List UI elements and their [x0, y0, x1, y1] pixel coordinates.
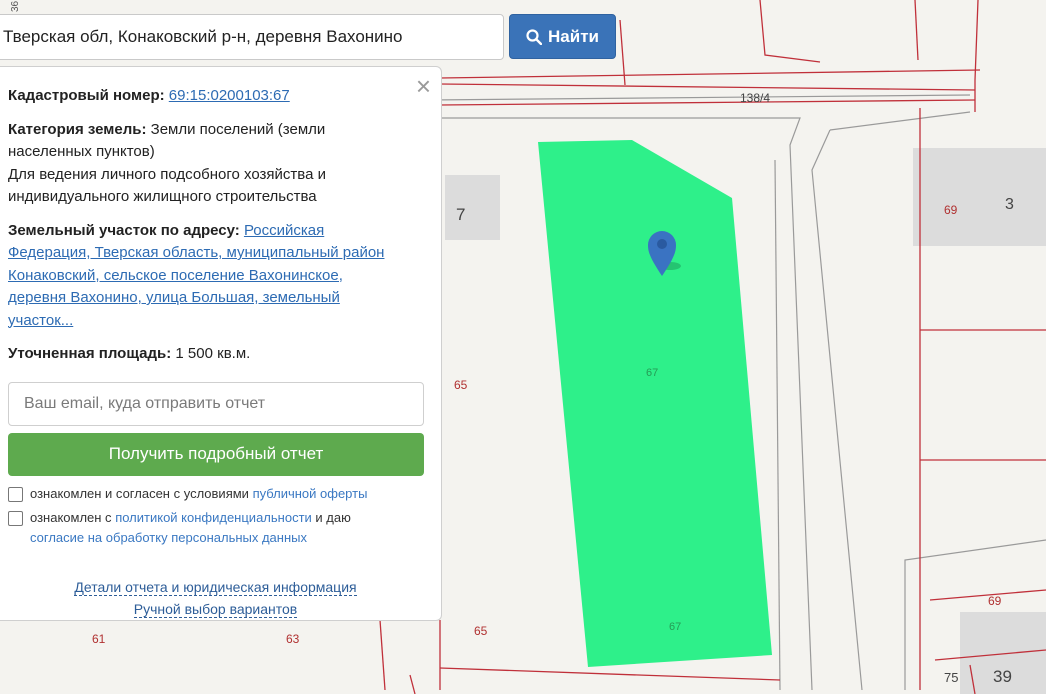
- consent-text-prefix: ознакомлен и согласен с условиями: [30, 485, 249, 501]
- address-row: Земельный участок по адресу: Российская …: [8, 220, 423, 333]
- consent-text: ознакомлен и согласен с условиями публич…: [30, 484, 367, 504]
- land-category-value: Земли поселений (земли: [150, 120, 326, 138]
- offer-consent-checkbox[interactable]: [8, 486, 23, 502]
- address-link[interactable]: Федерация, Тверская область, муниципальн…: [8, 244, 384, 261]
- consent-text-mid: и даю: [315, 509, 351, 525]
- address-label: Земельный участок по адресу:: [8, 221, 240, 239]
- map-label-plot: 7: [456, 205, 465, 224]
- get-report-button[interactable]: Получить подробный отчет: [8, 432, 424, 476]
- address-link[interactable]: Конаковский, сельское поселение Вахонинс…: [8, 267, 343, 284]
- email-field[interactable]: [8, 381, 424, 426]
- map-label-plot: 67: [646, 367, 658, 379]
- address-link[interactable]: деревня Вахонино, улица Большая, земельн…: [8, 289, 340, 306]
- map-label-plot: 67: [669, 621, 681, 633]
- land-category-row: Категория земель: Земли поселений (земли…: [8, 119, 423, 209]
- land-usage-text: индивидуального жилищного строительства: [8, 188, 317, 205]
- map-label-plot: 3: [1005, 196, 1014, 213]
- area-value: 1 500 кв.м.: [175, 345, 251, 362]
- privacy-consent-row: ознакомлен с политикой конфиденциальност…: [8, 508, 423, 548]
- area-row: Уточненная площадь: 1 500 кв.м.: [8, 343, 423, 366]
- map-label-plot: 75: [944, 670, 958, 685]
- cadastral-number-link[interactable]: 69:15:0200103:67: [169, 87, 290, 104]
- map-label-plot: 61: [92, 632, 106, 646]
- land-usage-text: Для ведения личного подсобного хозяйства…: [8, 165, 326, 183]
- consent-text-prefix: ознакомлен с: [30, 509, 112, 525]
- search-button[interactable]: Найти: [509, 14, 616, 59]
- offer-consent-row: ознакомлен и согласен с условиями публич…: [8, 484, 423, 504]
- parcel-info-panel: × Кадастровый номер: 69:15:0200103:67 Ка…: [0, 66, 442, 621]
- privacy-consent-checkbox[interactable]: [8, 510, 23, 526]
- address-search-input[interactable]: [0, 14, 504, 60]
- map-label-plot: 65: [474, 624, 488, 638]
- area-label: Уточненная площадь:: [8, 345, 172, 362]
- search-button-label: Найти: [548, 26, 599, 46]
- map-label-plot: 69: [988, 594, 1002, 608]
- map-label-plot: 69: [944, 203, 958, 217]
- map-label-road: 138/4: [740, 91, 770, 105]
- address-link[interactable]: участок...: [8, 312, 73, 329]
- footer-links: Детали отчета и юридическая информация Р…: [8, 576, 423, 620]
- cadastral-number-label: Кадастровый номер:: [8, 87, 165, 104]
- search-icon: [526, 28, 543, 45]
- manual-selection-link[interactable]: Ручной выбор вариантов: [133, 600, 298, 618]
- map-label-plot: 63: [286, 632, 300, 646]
- map-label-plot: 36: [10, 0, 21, 12]
- address-link[interactable]: Российская: [244, 222, 324, 239]
- close-icon[interactable]: ×: [416, 73, 431, 99]
- privacy-policy-link[interactable]: политикой конфиденциальности: [115, 510, 312, 525]
- map-label-plot: 39: [993, 667, 1012, 686]
- map-label-plot: 65: [454, 378, 468, 392]
- public-offer-link[interactable]: публичной оферты: [253, 486, 368, 501]
- cadastral-number-row: Кадастровый номер: 69:15:0200103:67: [8, 85, 423, 108]
- report-details-link[interactable]: Детали отчета и юридическая информация: [74, 578, 357, 596]
- land-category-value: населенных пунктов): [8, 143, 155, 160]
- land-category-label: Категория земель:: [8, 120, 147, 138]
- consent-text: ознакомлен с политикой конфиденциальност…: [30, 508, 351, 548]
- personal-data-consent-link[interactable]: согласие на обработку персональных данны…: [30, 530, 307, 545]
